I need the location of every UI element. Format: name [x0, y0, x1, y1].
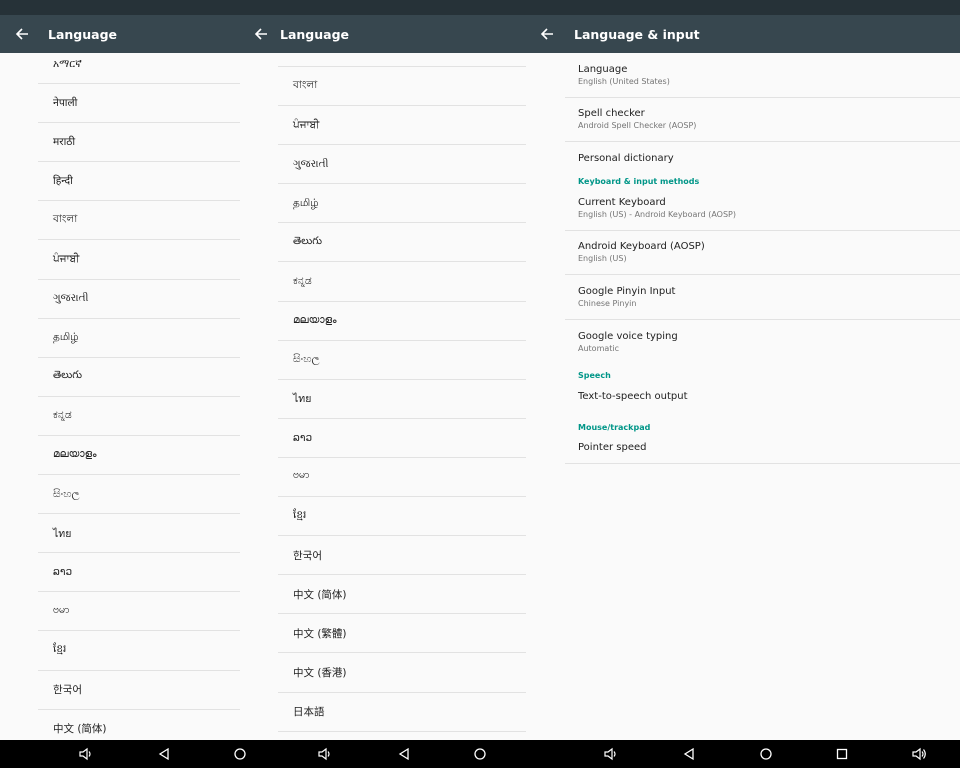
language-item[interactable]: සිංහල [278, 341, 526, 380]
language-item[interactable]: বাংলা [278, 67, 526, 107]
pref-title: Android Keyboard (AOSP) [578, 241, 705, 253]
pref-summary: English (US) [578, 254, 627, 264]
nav-back-icon[interactable] [154, 744, 174, 764]
language-item[interactable]: ខ្មែរ [38, 631, 240, 671]
pref-google-voice-typing[interactable]: Google voice typing Automatic [565, 320, 960, 365]
language-list-container: বাংলা ਪੰਜਾਬੀ ગુજરાતી தமிழ் తెలుగు ಕನ್ನಡ മലയാളം… [250, 53, 538, 740]
language-item[interactable]: తెలుగు [38, 358, 240, 397]
pref-summary: Automatic [578, 343, 620, 353]
pref-summary: Android Spell Checker (AOSP) [578, 121, 697, 131]
nav-home-icon[interactable] [470, 744, 490, 764]
app-bar: Language & input [538, 15, 960, 53]
language-list-container: አማርኛ नेपाली मराठी हिन्दी বাংলা ਪੰਜਾਬੀ ગુજરાતી த… [0, 53, 250, 740]
category-keyboard: Keyboard & input methods [578, 177, 700, 186]
pref-title: Current Keyboard [578, 196, 666, 208]
category-speech: Speech [578, 371, 611, 380]
language-item[interactable]: አማርኛ [38, 53, 240, 85]
nav-home-icon[interactable] [230, 744, 250, 764]
nav-recents-icon[interactable] [832, 744, 852, 764]
list-divider [278, 53, 526, 67]
page-title: Language & input [574, 26, 700, 42]
pref-tts[interactable]: Text-to-speech output [565, 380, 960, 412]
nav-back-icon[interactable] [679, 744, 699, 764]
pref-personal-dictionary[interactable]: Personal dictionary [565, 142, 960, 174]
language-item[interactable]: 한국어 [278, 536, 526, 576]
nav-bar [538, 740, 960, 768]
language-item[interactable]: ລາວ [38, 553, 240, 593]
language-item[interactable]: ಕನ್ನಡ [278, 262, 526, 302]
language-item[interactable]: తెలుగు [278, 223, 526, 263]
pref-pointer-speed[interactable]: Pointer speed [565, 432, 960, 464]
back-arrow-icon[interactable] [3, 15, 41, 53]
pref-title: Spell checker [578, 108, 645, 120]
language-item[interactable]: मराठी [38, 123, 240, 163]
language-item[interactable]: 日本語 [278, 693, 526, 732]
pref-title: Google Pinyin Input [578, 285, 676, 297]
nav-back-icon[interactable] [394, 744, 414, 764]
middle-screen: Language বাংলা ਪੰਜਾਬੀ ગુજરાતી தமிழ் తెలుగు ಕನ… [250, 0, 538, 768]
nav-bar [250, 740, 538, 768]
language-item[interactable]: ខ្មែរ [278, 497, 526, 537]
settings-container: Language English (United States) Spell c… [538, 53, 960, 740]
pref-title: Language [578, 63, 628, 75]
language-item[interactable]: 中文 (香港) [278, 653, 526, 693]
language-item[interactable]: नेपाली [38, 84, 240, 124]
language-item[interactable]: ਪੰਜਾਬੀ [278, 106, 526, 146]
category-mouse: Mouse/trackpad [578, 423, 651, 432]
language-item[interactable]: 中文 (简体) [278, 575, 526, 615]
pref-summary: English (US) - Android Keyboard (AOSP) [578, 209, 736, 219]
pref-title: Personal dictionary [578, 152, 674, 164]
language-item[interactable]: हिन्दी [38, 162, 240, 202]
language-item[interactable]: ລາວ [278, 419, 526, 458]
volume-icon[interactable] [315, 744, 335, 764]
language-item[interactable]: ไทย [278, 380, 526, 419]
language-item[interactable]: മലയാളം [38, 436, 240, 476]
language-item[interactable]: മലയാളം [278, 302, 526, 341]
pref-language[interactable]: Language English (United States) [565, 53, 960, 98]
app-bar: Language [0, 15, 250, 53]
volume-icon[interactable] [76, 744, 96, 764]
back-arrow-icon[interactable] [538, 15, 566, 53]
language-list: አማርኛ नेपाली मराठी हिन्दी বাংলা ਪੰਜਾਬੀ ગુજરાતી த… [38, 53, 240, 740]
language-item[interactable]: ไทย [38, 514, 240, 554]
pref-current-keyboard[interactable]: Current Keyboard English (US) - Android … [565, 186, 960, 231]
pref-google-pinyin[interactable]: Google Pinyin Input Chinese Pinyin [565, 275, 960, 320]
page-title: Language [48, 26, 118, 42]
language-list: বাংলা ਪੰਜਾਬੀ ગુજરાતી தமிழ் తెలుగు ಕನ್ನಡ മലയാളം… [278, 53, 526, 732]
nav-home-icon[interactable] [756, 744, 776, 764]
settings-list: Language English (United States) Spell c… [565, 53, 960, 464]
back-arrow-icon[interactable] [250, 15, 280, 53]
pref-title: Text-to-speech output [578, 390, 688, 402]
language-item[interactable]: বাংলা [38, 201, 240, 241]
pref-spell-checker[interactable]: Spell checker Android Spell Checker (AOS… [565, 98, 960, 142]
language-item[interactable]: ဗမာ [278, 458, 526, 498]
language-item[interactable]: සිංහල [38, 475, 240, 515]
volume-icon[interactable] [909, 744, 929, 764]
app-bar: Language [250, 15, 538, 53]
language-item[interactable]: 中文 (繁體) [278, 614, 526, 654]
pref-summary: Chinese Pinyin [578, 298, 637, 308]
right-screen: Language & input Language English (Unite… [538, 0, 960, 768]
pref-title: Google voice typing [578, 330, 678, 342]
language-item[interactable]: ગુજરાતી [38, 280, 240, 319]
status-bar [250, 0, 538, 15]
language-item[interactable]: ਪੰਜਾਬੀ [38, 240, 240, 280]
volume-icon[interactable] [601, 744, 621, 764]
language-item[interactable]: தமிழ் [278, 184, 526, 224]
language-item[interactable]: ગુજરાતી [278, 145, 526, 185]
status-bar [538, 0, 960, 15]
language-item[interactable]: ဗမာ [38, 592, 240, 632]
page-title: Language [280, 26, 350, 42]
pref-summary: English (United States) [578, 76, 670, 86]
language-item[interactable]: 한국어 [38, 671, 240, 710]
language-item[interactable]: ಕನ್ನಡ [38, 397, 240, 436]
nav-bar [0, 740, 250, 768]
pref-android-keyboard[interactable]: Android Keyboard (AOSP) English (US) [565, 231, 960, 275]
status-bar [0, 0, 250, 15]
language-item[interactable]: 中文 (简体) [38, 710, 240, 740]
language-item[interactable]: தமிழ் [38, 319, 240, 358]
pref-title: Pointer speed [578, 442, 647, 453]
left-screen: Language አማርኛ नेपाली मराठी हिन्दी বাংলা ਪੰਜਾਬ… [0, 0, 250, 768]
